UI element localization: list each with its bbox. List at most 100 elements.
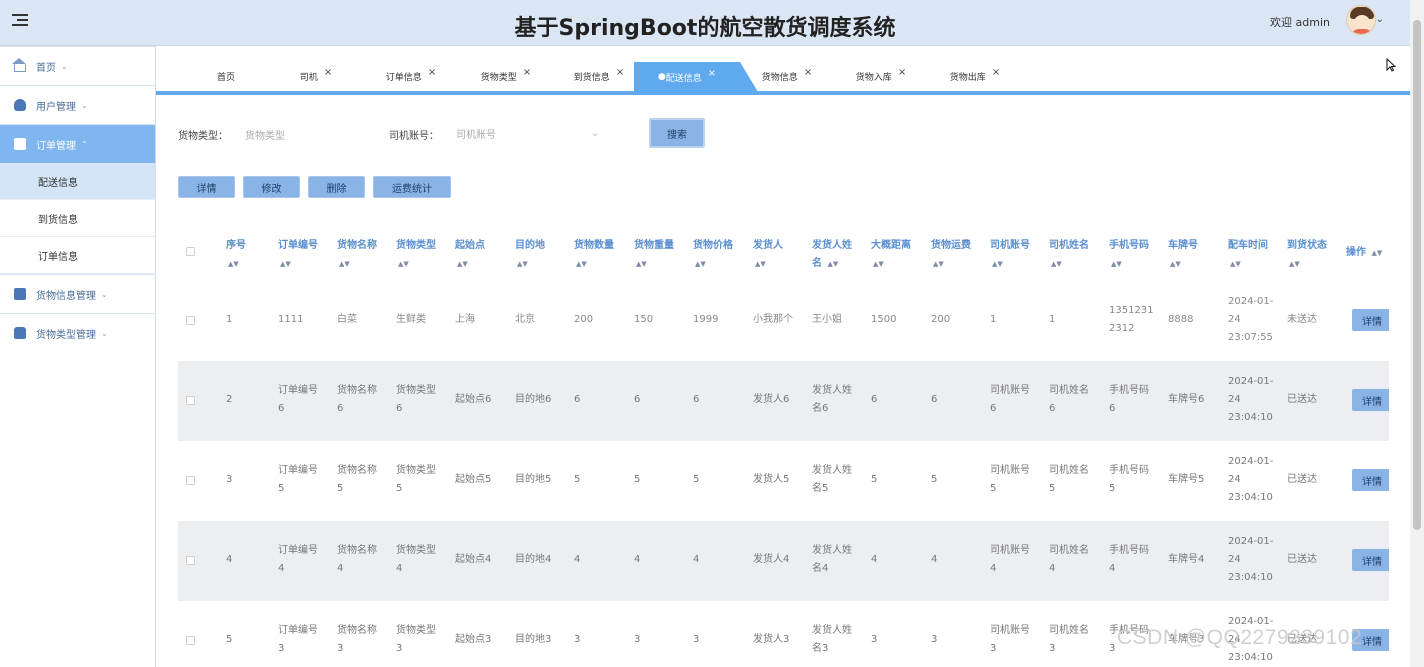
page-scrollbar[interactable] [1410,0,1424,667]
th-distance[interactable]: 大概距离 ▲▼ [871,237,926,273]
close-icon[interactable]: × [992,67,1000,78]
sidebar-subitem-order-info[interactable]: 订单信息 [0,237,155,274]
table-row[interactable]: 3 订单编号5 货物名称5 货物类型5 起始点5 目的地5 5 5 5 发货人5… [178,441,1389,521]
sort-icon[interactable]: ▲▼ [398,255,409,273]
scrollbar-thumb[interactable] [1413,20,1421,530]
sort-icon[interactable]: ▲▼ [576,255,587,273]
table-row[interactable]: 1 1111 白菜 生鲜类 上海 北京 200 150 1999 小我那个 王小… [178,281,1389,361]
th-order-no[interactable]: 订单编号 ▲▼ [278,237,333,273]
th-origin[interactable]: 起始点 ▲▼ [455,237,510,273]
th-weight[interactable]: 货物重量 ▲▼ [634,237,689,273]
table-row[interactable]: 2 订单编号6 货物名称6 货物类型6 起始点6 目的地6 6 6 6 发货人6… [178,361,1389,441]
sort-icon[interactable]: ▲▼ [228,255,239,273]
th-cargo-name[interactable]: 货物名称 ▲▼ [337,237,392,273]
th-index[interactable]: 序号 ▲▼ [226,237,266,273]
freight-stats-button[interactable]: 运费统计 [373,176,451,198]
sort-icon[interactable]: ▲▼ [755,255,766,273]
sort-icon[interactable]: ▲▼ [280,255,291,273]
close-icon[interactable]: × [804,67,812,78]
cargo-type-input[interactable]: 货物类型 [245,127,365,142]
sidebar-subitem-arrival[interactable]: 到货信息 [0,200,155,237]
chevron-down-icon[interactable]: ⌄ [591,128,599,139]
detail-button[interactable]: 详情 [178,176,235,198]
sort-icon[interactable]: ▲▼ [873,255,884,273]
row-checkbox[interactable] [186,556,195,565]
tab-cargo-out[interactable]: 货物出库 × [940,60,1010,92]
close-icon[interactable]: × [708,68,716,79]
tab-arrival[interactable]: 到货信息 × [564,60,634,92]
sort-icon[interactable]: ▲▼ [636,255,647,273]
sidebar-item-cargo[interactable]: 货物信息管理 ⌄ [0,274,155,313]
sort-icon[interactable]: ▲▼ [1111,255,1122,273]
close-icon[interactable]: × [428,67,436,78]
cell-cargo-name: 白菜 [337,314,357,325]
sort-icon[interactable]: ▲▼ [1051,255,1062,273]
cell-cargo-type: 货物类型4 [396,545,436,574]
sort-icon[interactable]: ▲▼ [339,255,350,273]
sidebar-item-cargo-type[interactable]: 货物类型管理 ⌄ [0,313,155,352]
th-driver-account[interactable]: 司机账号 ▲▼ [990,237,1045,273]
th-sender-name[interactable]: 发货人姓名 ▲▼ [812,237,860,273]
driver-account-select[interactable]: 司机账号 [456,126,601,141]
tab-order-info[interactable]: 订单信息 × [376,60,446,92]
th-sender[interactable]: 发货人 ▲▼ [753,237,808,273]
tab-cargo-info[interactable]: 货物信息 × [752,60,822,92]
row-checkbox[interactable] [186,476,195,485]
sort-icon[interactable]: ▲▼ [695,255,706,273]
column-label: 发货人 [753,240,783,251]
sort-icon[interactable]: ▲▼ [1371,244,1382,262]
search-button[interactable]: 搜索 [649,118,705,148]
th-plate[interactable]: 车牌号 ▲▼ [1168,237,1223,273]
column-label: 货物数量 [574,240,614,251]
delete-button[interactable]: 删除 [308,176,365,198]
row-detail-button[interactable]: 详情 [1352,309,1389,331]
tab-home[interactable]: 首页 [196,60,256,92]
sidebar-item-home[interactable]: 首页 ⌄ [0,46,155,85]
sort-icon[interactable]: ▲▼ [457,255,468,273]
close-icon[interactable]: × [898,67,906,78]
sort-icon[interactable]: ▲▼ [1289,255,1300,273]
row-checkbox[interactable] [186,636,195,645]
sidebar-item-orders[interactable]: 订单管理 ⌃ [0,124,155,163]
cell-destination: 北京 [515,314,535,325]
th-quantity[interactable]: 货物数量 ▲▼ [574,237,629,273]
table-row[interactable]: 4 订单编号4 货物名称4 货物类型4 起始点4 目的地4 4 4 4 发货人4… [178,521,1389,601]
row-detail-button[interactable]: 详情 [1352,549,1389,571]
sort-icon[interactable]: ▲▼ [1230,255,1241,273]
cell-index: 2 [226,394,233,405]
close-icon[interactable]: × [523,67,531,78]
type-icon [14,327,26,339]
row-detail-button[interactable]: 详情 [1352,389,1389,411]
close-icon[interactable]: × [324,67,332,78]
sort-icon[interactable]: ▲▼ [517,255,528,273]
cell-driver-account: 司机账号5 [990,465,1030,494]
tab-driver[interactable]: 司机 × [286,60,346,92]
sidebar-item-users[interactable]: 用户管理 ⌄ [0,85,155,124]
th-destination[interactable]: 目的地 ▲▼ [515,237,570,273]
th-phone[interactable]: 手机号码 ▲▼ [1109,237,1164,273]
cell-distance: 6 [871,394,878,405]
avatar[interactable] [1346,5,1376,35]
th-cargo-type[interactable]: 货物类型 ▲▼ [396,237,451,273]
row-detail-button[interactable]: 详情 [1352,469,1389,491]
row-checkbox[interactable] [186,316,195,325]
cell-driver-name: 1 [1049,314,1056,325]
tab-cargo-type[interactable]: 货物类型 × [471,60,541,92]
sort-icon[interactable]: ▲▼ [1170,255,1181,273]
tab-cargo-in[interactable]: 货物入库 × [846,60,916,92]
edit-button[interactable]: 修改 [243,176,300,198]
th-price[interactable]: 货物价格 ▲▼ [693,237,748,273]
close-icon[interactable]: × [616,67,624,78]
th-dispatch-time[interactable]: 配车时间 ▲▼ [1228,237,1283,273]
sidebar-subitem-delivery[interactable]: 配送信息 [0,163,155,200]
th-arrival-status[interactable]: 到货状态 ▲▼ [1287,237,1342,273]
sort-icon[interactable]: ▲▼ [933,255,944,273]
chevron-down-icon[interactable]: ⌄ [1376,14,1384,25]
th-driver-name[interactable]: 司机姓名 ▲▼ [1049,237,1104,273]
tab-delivery[interactable]: ● 配送信息 × [634,62,758,92]
th-freight[interactable]: 货物运费 ▲▼ [931,237,986,273]
row-checkbox[interactable] [186,396,195,405]
sort-icon[interactable]: ▲▼ [992,255,1003,273]
select-all-checkbox[interactable] [186,247,195,256]
sort-icon[interactable]: ▲▼ [827,255,838,273]
